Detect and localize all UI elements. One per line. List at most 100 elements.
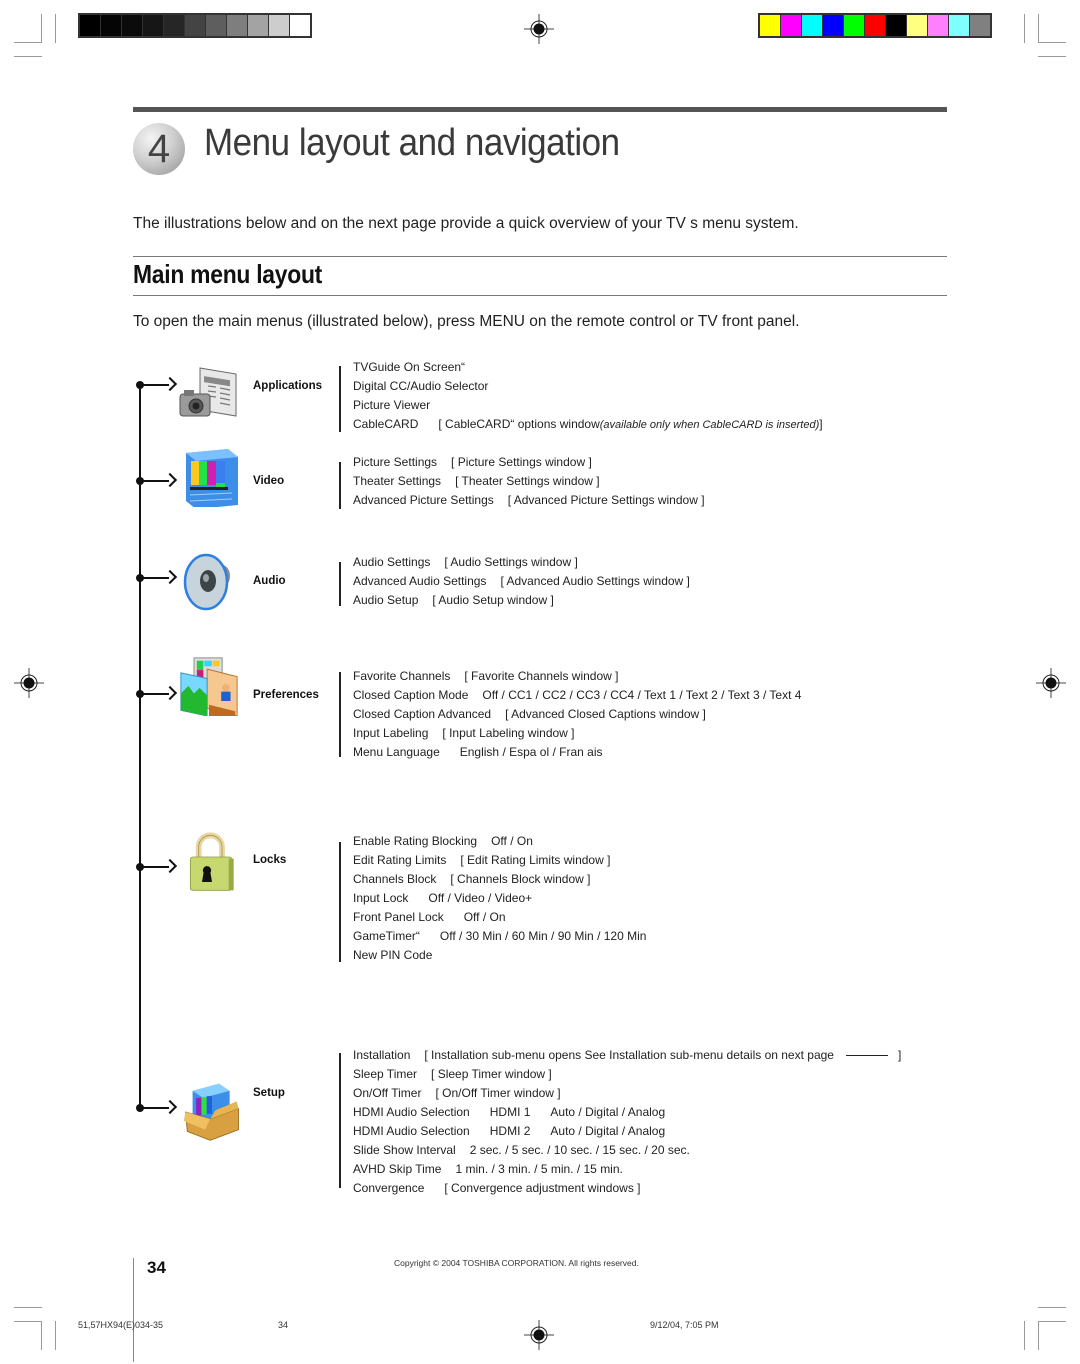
menu-item: Digital CC/Audio Selector bbox=[353, 377, 823, 396]
item-value: [ Theater Settings window ] bbox=[455, 474, 600, 488]
arrow-right-icon bbox=[162, 569, 178, 585]
item-name: Edit Rating Limits bbox=[353, 853, 447, 867]
item-tail: ] bbox=[819, 417, 823, 431]
item-value: [ Audio Setup window ] bbox=[432, 593, 554, 607]
crop-mark bbox=[1038, 1321, 1066, 1322]
gray-swatch bbox=[248, 15, 268, 36]
gray-swatch bbox=[101, 15, 121, 36]
menu-item: Picture Settings [ Picture Settings windo… bbox=[353, 453, 705, 472]
color-swatch bbox=[907, 15, 927, 36]
menu-item: Closed Caption Mode Off / CC1 / CC2 / CC3… bbox=[353, 686, 801, 705]
item-value: Off / CC1 / CC2 / CC3 / CC4 / Text 1 / T… bbox=[482, 688, 802, 702]
item-value: Off / 30 Min / 60 Min / 90 Min / 120 Min bbox=[439, 929, 647, 943]
item-name: Menu Language bbox=[353, 745, 440, 759]
menu-tree-branch bbox=[136, 685, 178, 701]
preferences-items: Favorite Channels [ Favorite Channels win… bbox=[353, 667, 801, 762]
color-swatch bbox=[886, 15, 906, 36]
arrow-right-icon bbox=[162, 472, 178, 488]
menu-label-locks: Locks bbox=[253, 854, 287, 866]
menu-item: Closed Caption Advanced [ Advanced Closed… bbox=[353, 705, 801, 724]
item-name: Input Lock bbox=[353, 891, 409, 905]
item-value: Off / On bbox=[491, 834, 533, 848]
crop-mark bbox=[41, 1321, 42, 1350]
gray-swatch bbox=[206, 15, 226, 36]
item-note: (available only when CableCARD is insert… bbox=[599, 419, 820, 431]
menu-item: Advanced Picture Settings [ Advanced Pict… bbox=[353, 491, 705, 510]
crop-mark bbox=[41, 14, 42, 43]
menu-item: Slide Show Interval 2 sec. / 5 sec. / 10 … bbox=[353, 1141, 901, 1160]
menu-item: Channels Block [ Channels Block window ] bbox=[353, 870, 646, 889]
crop-mark bbox=[1038, 14, 1039, 43]
registration-mark-icon bbox=[14, 668, 44, 698]
menu-item: Front Panel Lock Off / On bbox=[353, 908, 646, 927]
menu-item: Favorite Channels [ Favorite Channels win… bbox=[353, 667, 801, 686]
item-name: Advanced Picture Settings bbox=[353, 493, 494, 507]
menu-item: Advanced Audio Settings [ Advanced Audio … bbox=[353, 572, 690, 591]
group-bracket bbox=[339, 672, 341, 757]
color-swatch bbox=[844, 15, 864, 36]
grayscale-calibration-bar bbox=[78, 13, 312, 38]
menu-tree-branch bbox=[136, 472, 178, 488]
menu-label-audio: Audio bbox=[253, 575, 286, 587]
item-value: [ Convergence adjustment windows ] bbox=[444, 1181, 641, 1195]
item-sub: HDMI 2 bbox=[489, 1124, 531, 1138]
crop-mark bbox=[1038, 1307, 1066, 1308]
item-name: Input Labeling bbox=[353, 726, 429, 740]
menu-item: Edit Rating Limits [ Edit Rating Limits w… bbox=[353, 851, 646, 870]
item-name: TVGuide On Screen“ bbox=[353, 360, 466, 374]
gray-swatch bbox=[185, 15, 205, 36]
menu-item: On/Off Timer [ On/Off Timer window ] bbox=[353, 1084, 901, 1103]
box-icon bbox=[183, 1083, 239, 1141]
item-name: Installation bbox=[353, 1048, 411, 1062]
item-value: 1 min. / 3 min. / 5 min. / 15 min. bbox=[455, 1162, 623, 1176]
item-value: [ Audio Settings window ] bbox=[444, 555, 578, 569]
group-bracket bbox=[339, 366, 341, 432]
menu-item: CableCARD [ CableCARD“ options window(ava… bbox=[353, 415, 823, 435]
arrow-right-icon bbox=[162, 858, 178, 874]
item-value: Off / Video / Video+ bbox=[428, 891, 533, 905]
menu-label-preferences: Preferences bbox=[253, 689, 319, 701]
crop-mark bbox=[1024, 14, 1025, 43]
gray-swatch bbox=[80, 15, 100, 36]
section-rule-top bbox=[133, 256, 947, 257]
group-bracket bbox=[339, 842, 341, 962]
item-value: [ Channels Block window ] bbox=[450, 872, 591, 886]
color-swatch bbox=[781, 15, 801, 36]
copyright-text: Copyright © 2004 TOSHIBA CORPORATION. Al… bbox=[394, 1258, 639, 1268]
item-name: Slide Show Interval bbox=[353, 1143, 456, 1157]
group-bracket bbox=[339, 1053, 341, 1188]
item-sub: HDMI 1 bbox=[489, 1105, 531, 1119]
gray-swatch bbox=[122, 15, 142, 36]
chapter-title: Menu layout and navigation bbox=[204, 122, 620, 164]
crop-mark bbox=[55, 1321, 56, 1350]
menu-item: Installation [ Installation sub-menu open… bbox=[353, 1046, 901, 1065]
item-name: AVHD Skip Time bbox=[353, 1162, 442, 1176]
item-name: Picture Settings bbox=[353, 455, 438, 469]
menu-tree-branch bbox=[136, 858, 178, 874]
page-margin-line bbox=[133, 1258, 134, 1362]
crop-mark bbox=[1038, 42, 1066, 43]
menu-item: GameTimer“ Off / 30 Min / 60 Min / 90 Min… bbox=[353, 927, 646, 946]
padlock-icon bbox=[189, 832, 234, 891]
menu-item: Input Lock Off / Video / Video+ bbox=[353, 889, 646, 908]
item-name: Theater Settings bbox=[353, 474, 442, 488]
item-value: [ Installation sub-menu opens See Instal… bbox=[424, 1048, 834, 1062]
item-name: Sleep Timer bbox=[353, 1067, 418, 1081]
item-value: [ Edit Rating Limits window ] bbox=[460, 853, 611, 867]
slug-file-name: 51,57HX94(E)034-35 bbox=[78, 1320, 164, 1330]
video-items: Picture Settings [ Picture Settings windo… bbox=[353, 453, 705, 510]
menu-tree-branch bbox=[136, 569, 178, 585]
item-name: Audio Setup bbox=[353, 593, 419, 607]
gray-swatch bbox=[227, 15, 247, 36]
arrow-right-icon bbox=[162, 376, 178, 392]
item-value: [ Advanced Closed Captions window ] bbox=[505, 707, 706, 721]
header-rule bbox=[133, 107, 947, 112]
gray-swatch bbox=[269, 15, 289, 36]
menu-label-setup: Setup bbox=[253, 1087, 285, 1099]
color-swatch bbox=[928, 15, 948, 36]
menu-tree-branch bbox=[136, 1099, 178, 1115]
menu-label-applications: Applications bbox=[253, 380, 323, 392]
item-name: Front Panel Lock bbox=[353, 910, 444, 924]
speaker-icon bbox=[183, 553, 230, 611]
color-calibration-bar bbox=[758, 13, 992, 38]
